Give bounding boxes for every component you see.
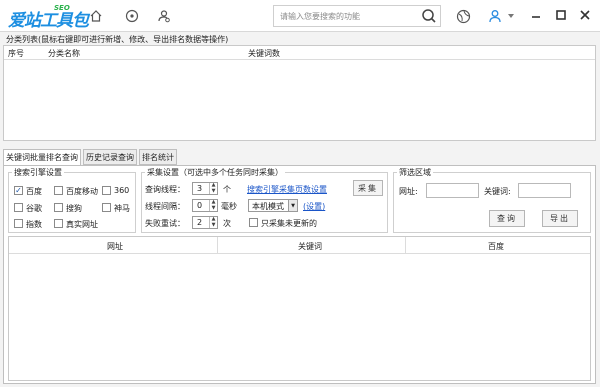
column-header-category-name: 分类名称 — [48, 49, 80, 58]
engine-checkbox-shenma[interactable] — [102, 203, 111, 212]
search-box[interactable] — [273, 5, 441, 27]
column-header-keyword: 关键词 — [298, 242, 322, 251]
query-threads-label: 查询线程： — [145, 185, 185, 194]
mode-settings-link[interactable]: (设置) — [303, 201, 325, 212]
interval-unit: 毫秒 — [221, 202, 237, 211]
collect-settings-legend: 采集设置（可选中多个任务同时采集） — [147, 168, 283, 177]
category-table-header: 序号 分类名称 关键词数 — [4, 46, 595, 60]
interval-stepper[interactable]: 0 ▲ ▼ — [192, 199, 218, 212]
logo-text: 爱站工具包 — [8, 11, 89, 31]
query-threads-value: 3 — [197, 184, 203, 193]
category-table[interactable]: 序号 分类名称 关键词数 — [3, 45, 596, 141]
engine-checkbox-google[interactable] — [14, 203, 23, 212]
filter-url-label: 网址: — [399, 187, 418, 196]
engine-label-index: 指数 — [26, 220, 42, 229]
filter-keyword-label: 关键词: — [484, 187, 511, 196]
mode-select[interactable]: 本机模式 ▼ — [248, 199, 298, 212]
mode-select-value: 本机模式 — [252, 202, 284, 211]
engine-checkbox-index[interactable] — [14, 219, 23, 228]
collect-button[interactable]: 采集 — [353, 180, 383, 196]
tab-history[interactable]: 历史记录查询 — [83, 149, 137, 165]
stepper-arrows-icon[interactable]: ▲ ▼ — [209, 217, 217, 228]
stepper-arrows-icon[interactable]: ▲ ▼ — [209, 200, 217, 211]
minimize-icon[interactable] — [529, 8, 543, 22]
category-list-title: 分类列表(鼠标右键即可进行新增、修改、导出排名数据等操作) — [6, 35, 229, 44]
only-unupdated-label: 只采集未更新的 — [261, 219, 317, 228]
engine-checkbox-baidu[interactable]: ✓ — [14, 186, 23, 195]
engine-label-google: 谷歌 — [26, 204, 42, 213]
export-button[interactable]: 导出 — [542, 210, 578, 227]
maximize-icon[interactable] — [554, 8, 568, 22]
only-unupdated-checkbox[interactable] — [249, 218, 258, 227]
chevron-down-icon[interactable] — [506, 7, 516, 25]
engine-label-360: 360 — [114, 186, 130, 195]
query-threads-unit: 个 — [223, 185, 231, 194]
engine-label-real-url: 真实网址 — [66, 220, 98, 229]
logo-badge: SEO — [54, 4, 70, 12]
home-icon[interactable] — [87, 7, 105, 25]
engine-checkbox-sogou[interactable] — [54, 203, 63, 212]
record-icon[interactable] — [123, 7, 141, 25]
query-button[interactable]: 查询 — [489, 210, 525, 227]
retry-stepper[interactable]: 2 ▲ ▼ — [192, 216, 218, 229]
title-bar: 爱站工具包 SEO — [0, 0, 600, 32]
tab-rank-stats[interactable]: 排名统计 — [139, 149, 177, 165]
engine-pages-settings-link[interactable]: 搜索引擎采集页数设置 — [247, 184, 327, 195]
engine-checkbox-baidu-mobile[interactable] — [54, 186, 63, 195]
engine-label-baidu: 百度 — [26, 187, 42, 196]
close-icon[interactable] — [578, 8, 592, 22]
search-icon[interactable] — [421, 8, 437, 27]
column-header-keyword-count: 关键词数 — [248, 49, 280, 58]
filter-keyword-input[interactable] — [518, 183, 571, 198]
engine-label-sogou: 搜狗 — [66, 204, 82, 213]
keyword-rank-panel: 搜索引擎设置 ✓ 百度 百度移动 360 谷歌 搜狗 神马 指数 真实网址 采集… — [3, 165, 596, 384]
filter-url-input[interactable] — [426, 183, 479, 198]
retry-value: 2 — [197, 218, 203, 227]
column-header-index: 序号 — [8, 49, 24, 58]
column-header-url: 网址 — [107, 242, 123, 251]
tab-keyword-batch-rank[interactable]: 关键词批量排名查询 — [3, 149, 81, 166]
interval-label: 线程间隔： — [145, 202, 185, 211]
results-table[interactable]: 网址 关键词 百度 — [8, 236, 591, 381]
user-icon[interactable] — [486, 7, 504, 25]
retry-label: 失败重试： — [145, 219, 185, 228]
column-divider[interactable] — [405, 237, 406, 254]
app-logo: 爱站工具包 SEO — [8, 4, 89, 31]
stepper-arrows-icon[interactable]: ▲ ▼ — [209, 183, 217, 194]
skin-icon[interactable] — [454, 7, 472, 25]
interval-value: 0 — [197, 201, 203, 210]
results-table-header: 网址 关键词 百度 — [9, 237, 590, 254]
chevron-down-icon[interactable]: ▼ — [288, 200, 297, 211]
retry-unit: 次 — [223, 219, 231, 228]
user-gear-icon[interactable] — [155, 7, 173, 25]
search-input[interactable] — [274, 6, 414, 26]
engine-label-baidu-mobile: 百度移动 — [66, 187, 98, 196]
engine-label-shenma: 神马 — [114, 204, 130, 213]
column-header-baidu: 百度 — [488, 242, 504, 251]
query-threads-stepper[interactable]: 3 ▲ ▼ — [192, 182, 218, 195]
engine-settings-legend: 搜索引擎设置 — [14, 168, 62, 177]
engine-checkbox-real-url[interactable] — [54, 219, 63, 228]
engine-checkbox-360[interactable] — [102, 186, 111, 195]
filter-legend: 筛选区域 — [399, 168, 431, 177]
column-divider[interactable] — [217, 237, 218, 254]
